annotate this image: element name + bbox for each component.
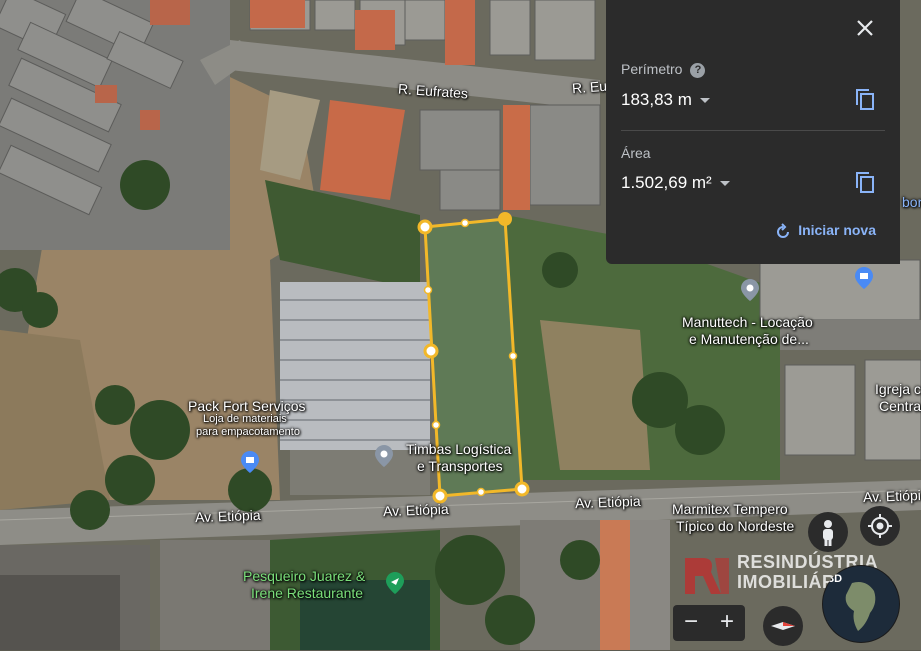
caret-down-icon bbox=[699, 98, 710, 104]
copy-icon[interactable] bbox=[854, 88, 876, 112]
place-label-igreja-1[interactable]: Igreja c bbox=[875, 381, 921, 398]
place-pin-manuttech-icon[interactable] bbox=[741, 279, 759, 301]
globe-view-button[interactable]: 3D bbox=[822, 565, 900, 643]
street-view-button[interactable] bbox=[808, 512, 848, 552]
place-label-igreja-2[interactable]: Centra bbox=[879, 398, 921, 415]
measure-distance-panel: Perímetro? 183,83 m Área 1.502,69 m² Ini… bbox=[606, 0, 900, 264]
caret-down-icon bbox=[719, 181, 730, 187]
place-label-manuttech-1[interactable]: Manuttech - Locação bbox=[682, 314, 813, 331]
compass-button[interactable] bbox=[763, 606, 803, 646]
perimeter-value-dropdown[interactable]: 183,83 m bbox=[621, 90, 710, 110]
place-pin-timbas-icon[interactable] bbox=[375, 445, 393, 467]
place-label-marmitex-1[interactable]: Marmitex Tempero bbox=[672, 501, 788, 518]
perimeter-label: Perímetro bbox=[621, 61, 683, 77]
my-location-icon bbox=[868, 514, 892, 538]
road-label-etiopia-2: Av. Etiópia bbox=[382, 500, 449, 520]
start-new-measurement-button[interactable]: Iniciar nova bbox=[798, 222, 876, 238]
place-pin-pack-fort-icon[interactable] bbox=[241, 451, 259, 473]
globe-label: 3D bbox=[828, 573, 843, 585]
place-sublabel-pack-fort-1: Loja de materiais bbox=[203, 413, 287, 425]
road-label-etiopia-1: Av. Etiópia bbox=[194, 506, 261, 526]
place-label-pesqueiro-2[interactable]: Irene Restaurante bbox=[251, 585, 363, 602]
road-label-etiopia-4: Av. Etiópi bbox=[862, 486, 921, 506]
help-icon[interactable]: ? bbox=[690, 62, 706, 78]
area-value: 1.502,69 m² bbox=[621, 173, 712, 192]
zoom-out-button[interactable]: − bbox=[673, 605, 709, 641]
place-label-edge-fragment: bor bbox=[902, 194, 921, 210]
panel-divider bbox=[621, 130, 885, 131]
compass-icon bbox=[771, 622, 795, 630]
watermark-emblem bbox=[685, 558, 729, 594]
place-label-marmitex-2[interactable]: Típico do Nordeste bbox=[676, 518, 794, 535]
area-value-dropdown[interactable]: 1.502,69 m² bbox=[621, 173, 730, 193]
restart-icon[interactable] bbox=[774, 223, 792, 241]
place-label-manuttech-2[interactable]: e Manutenção de... bbox=[689, 331, 809, 348]
close-icon[interactable] bbox=[852, 15, 878, 41]
perimeter-section: Perímetro? bbox=[621, 61, 706, 78]
place-label-pesqueiro-1[interactable]: Pesqueiro Juarez & bbox=[243, 568, 365, 585]
place-label-timbas-2[interactable]: e Transportes bbox=[417, 458, 503, 475]
street-view-pegman-icon bbox=[823, 520, 833, 546]
copy-icon[interactable] bbox=[854, 171, 876, 195]
my-location-button[interactable] bbox=[860, 506, 900, 546]
place-sublabel-pack-fort-2: para empacotamento bbox=[196, 426, 300, 438]
measurement-last-vertex[interactable] bbox=[498, 212, 512, 226]
place-pin-shop-icon[interactable] bbox=[855, 267, 873, 289]
perimeter-value: 183,83 m bbox=[621, 90, 692, 109]
road-label-etiopia-3: Av. Etiópia bbox=[574, 492, 641, 512]
zoom-control: − + bbox=[673, 605, 745, 641]
zoom-in-button[interactable]: + bbox=[709, 605, 745, 641]
road-label-eufrates-2: R. Eu bbox=[571, 77, 608, 97]
place-label-timbas-1[interactable]: Timbas Logística bbox=[406, 441, 511, 458]
area-label: Área bbox=[621, 145, 651, 161]
place-pin-pesqueiro-icon[interactable] bbox=[386, 572, 404, 594]
